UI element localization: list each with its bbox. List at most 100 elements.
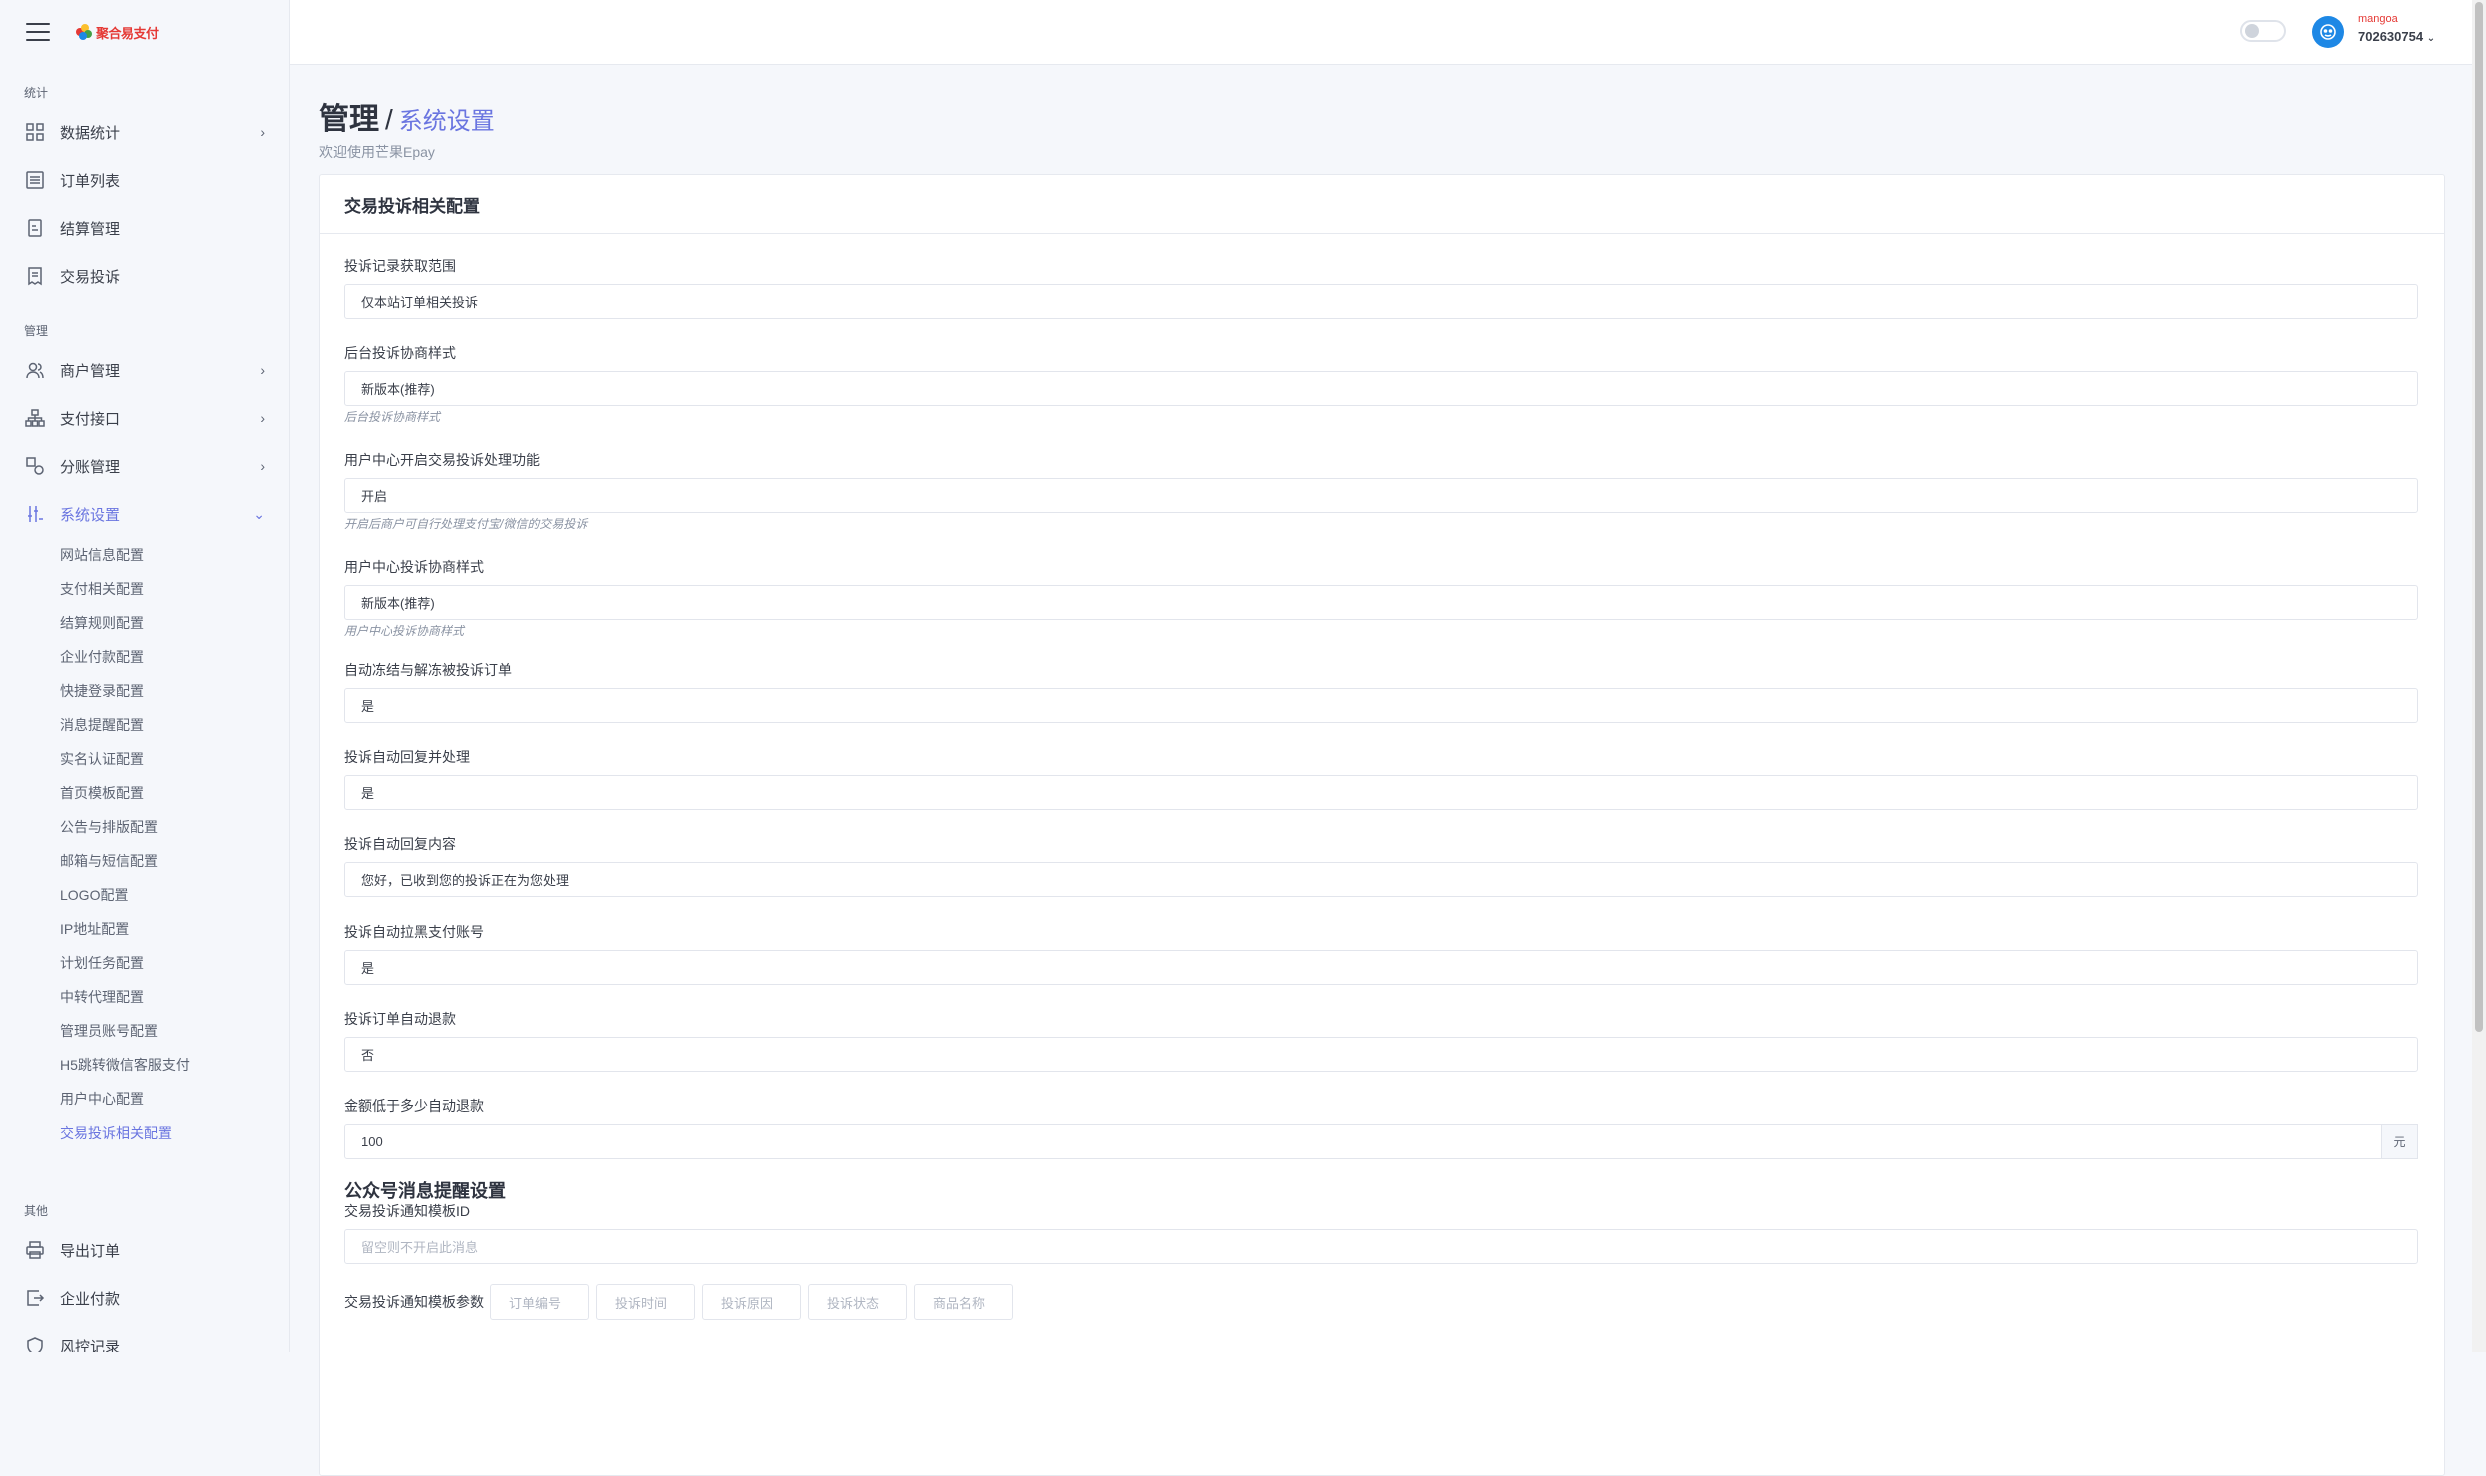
template-param-input[interactable]: 投诉时间 — [596, 1284, 695, 1320]
chevron-right-icon: › — [260, 124, 265, 140]
form-group: 用户中心开启交易投诉处理功能 开启 开启后商户可自行处理支付宝/微信的交易投诉 — [344, 450, 2418, 532]
submenu-item[interactable]: 邮箱与短信配置 — [0, 844, 289, 878]
template-id-input[interactable]: 留空则不开启此消息 — [344, 1229, 2418, 1264]
field-label: 交易投诉通知模板参数 — [344, 1294, 484, 1310]
template-param-input[interactable]: 投诉状态 — [808, 1284, 907, 1320]
chevron-right-icon: › — [260, 410, 265, 426]
currency-addon: 元 — [2382, 1124, 2418, 1159]
sidebar-item-system-settings[interactable]: 系统设置 ⌄ — [0, 490, 289, 538]
page-title-main: 管理 — [319, 103, 379, 136]
sidebar-item-data-stats[interactable]: 数据统计 › — [0, 108, 289, 156]
form-group: 投诉记录获取范围 仅本站订单相关投诉 — [344, 256, 2418, 319]
theme-toggle[interactable] — [2240, 20, 2286, 42]
page-scrollbar[interactable] — [2472, 0, 2486, 1352]
sidebar-item-label: 风控记录 — [60, 1338, 121, 1353]
complaint-range-select[interactable]: 仅本站订单相关投诉 — [344, 284, 2418, 319]
submenu-item[interactable]: 网站信息配置 — [0, 538, 289, 572]
printer-icon — [24, 1239, 46, 1261]
template-param-input[interactable]: 商品名称 — [914, 1284, 1013, 1320]
refund-threshold-input[interactable]: 100 — [344, 1124, 2382, 1159]
sidebar-item-label: 结算管理 — [60, 220, 121, 238]
submenu-item[interactable]: 公告与排版配置 — [0, 810, 289, 844]
sidebar-item-merchants[interactable]: 商户管理 › — [0, 346, 289, 394]
form-group: 投诉自动回复并处理 是 — [344, 747, 2418, 810]
top-header: mangoa 702630754 ⌄ — [290, 0, 2472, 65]
auto-freeze-select[interactable]: 是 — [344, 688, 2418, 723]
sidebar-item-label: 交易投诉 — [60, 268, 121, 286]
avatar[interactable] — [2312, 16, 2344, 48]
page-title-sub[interactable]: 系统设置 — [399, 101, 495, 136]
page-title: 管理 / 系统设置 — [319, 94, 2443, 136]
field-label: 投诉订单自动退款 — [344, 1011, 456, 1027]
submenu-item[interactable]: 企业付款配置 — [0, 640, 289, 674]
auto-refund-select[interactable]: 否 — [344, 1037, 2418, 1072]
chevron-down-icon: ⌄ — [2426, 33, 2436, 44]
submenu-item[interactable]: 用户中心配置 — [0, 1082, 289, 1116]
document-icon — [24, 217, 46, 239]
auto-reply-content-input[interactable]: 您好，已收到您的投诉正在为您处理 — [344, 862, 2418, 897]
sidebar-item-enterprise-payment[interactable]: 企业付款 — [0, 1274, 289, 1322]
section-label-other: 其他 — [24, 1204, 49, 1218]
auto-blacklist-select[interactable]: 是 — [344, 950, 2418, 985]
form-group: 投诉自动回复内容 您好，已收到您的投诉正在为您处理 — [344, 834, 2418, 897]
dashboard-grid-icon — [24, 121, 46, 143]
submenu-item[interactable]: 结算规则配置 — [0, 606, 289, 640]
field-hint: 开启后商户可自行处理支付宝/微信的交易投诉 — [344, 517, 588, 531]
sidebar-item-payment-interface[interactable]: 支付接口 › — [0, 394, 289, 442]
field-label: 用户中心投诉协商样式 — [344, 559, 484, 575]
template-params-row: 交易投诉通知模板参数 订单编号 投诉时间 投诉原因 投诉状态 商品名称 — [344, 1284, 1020, 1320]
submenu-item[interactable]: 首页模板配置 — [0, 776, 289, 810]
sidebar: 聚合易支付 统计 数据统计 › 订单列表 结算管理 交易投诉 管理 商户管理 ›… — [0, 0, 290, 1352]
submenu-item[interactable]: 支付相关配置 — [0, 572, 289, 606]
form-group: 交易投诉通知模板ID 留空则不开启此消息 — [344, 1201, 2418, 1264]
sidebar-item-label: 支付接口 — [60, 410, 121, 428]
list-icon — [24, 169, 46, 191]
submenu-item-active[interactable]: 交易投诉相关配置 — [0, 1116, 289, 1150]
submenu-item[interactable]: LOGO配置 — [0, 878, 289, 912]
hamburger-menu-icon[interactable] — [26, 23, 50, 41]
breadcrumb-separator: / — [385, 104, 393, 135]
sidebar-item-orders[interactable]: 订单列表 — [0, 156, 289, 204]
submenu-item[interactable]: 消息提醒配置 — [0, 708, 289, 742]
template-param-input[interactable]: 订单编号 — [490, 1284, 589, 1320]
submenu-item[interactable]: 实名认证配置 — [0, 742, 289, 776]
logo[interactable]: 聚合易支付 — [76, 23, 159, 42]
sidebar-item-label: 导出订单 — [60, 1242, 121, 1260]
chevron-right-icon: › — [260, 458, 265, 474]
form-group: 金额低于多少自动退款 100 元 — [344, 1096, 2418, 1159]
scrollbar-thumb[interactable] — [2475, 2, 2483, 1032]
sliders-icon — [24, 503, 46, 525]
user-complaint-handling-select[interactable]: 开启 — [344, 478, 2418, 513]
submenu-item[interactable]: 快捷登录配置 — [0, 674, 289, 708]
welcome-text: 欢迎使用芒果Epay — [319, 144, 435, 160]
sidebar-item-label: 系统设置 — [60, 506, 121, 524]
sidebar-item-risk-records[interactable]: 风控记录 — [0, 1322, 289, 1352]
section-label-manage: 管理 — [24, 324, 49, 338]
export-icon — [24, 1287, 46, 1309]
submenu-item[interactable]: H5跳转微信客服支付 — [0, 1048, 289, 1082]
user-negotiation-style-select[interactable]: 新版本(推荐) — [344, 585, 2418, 620]
receipt-icon — [24, 265, 46, 287]
submenu-item[interactable]: 计划任务配置 — [0, 946, 289, 980]
admin-negotiation-style-select[interactable]: 新版本(推荐) — [344, 371, 2418, 406]
users-icon — [24, 359, 46, 381]
input-group: 100 元 — [344, 1124, 2418, 1159]
sidebar-item-complaints[interactable]: 交易投诉 — [0, 252, 289, 300]
sidebar-item-export-orders[interactable]: 导出订单 — [0, 1226, 289, 1274]
template-param-input[interactable]: 投诉原因 — [702, 1284, 801, 1320]
sidebar-item-split-accounts[interactable]: 分账管理 › — [0, 442, 289, 490]
logo-flower-icon — [76, 24, 92, 40]
form-group: 投诉订单自动退款 否 — [344, 1009, 2418, 1072]
field-label: 投诉自动回复内容 — [344, 836, 456, 852]
chevron-down-icon: ⌄ — [253, 505, 265, 522]
submenu-item[interactable]: 管理员账号配置 — [0, 1014, 289, 1048]
settings-card: 交易投诉相关配置 投诉记录获取范围 仅本站订单相关投诉 后台投诉协商样式 新版本… — [319, 174, 2445, 1476]
sidebar-header: 聚合易支付 — [0, 0, 289, 64]
chevron-right-icon: › — [260, 362, 265, 378]
auto-reply-select[interactable]: 是 — [344, 775, 2418, 810]
submenu-item[interactable]: 中转代理配置 — [0, 980, 289, 1014]
sidebar-item-label: 数据统计 — [60, 124, 121, 142]
user-menu[interactable]: mangoa 702630754 ⌄ — [2358, 13, 2435, 44]
submenu-item[interactable]: IP地址配置 — [0, 912, 289, 946]
sidebar-item-settlement[interactable]: 结算管理 — [0, 204, 289, 252]
